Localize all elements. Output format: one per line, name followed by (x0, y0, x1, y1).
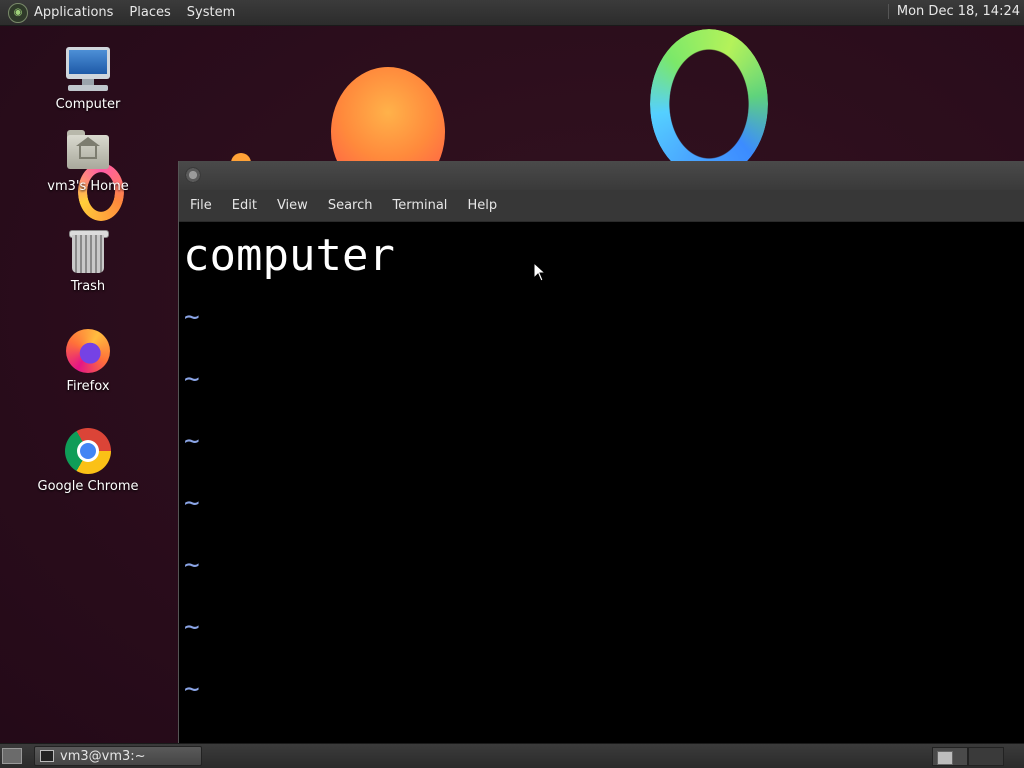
window-titlebar[interactable] (179, 161, 1024, 190)
terminal-menubar: File Edit View Search Terminal Help (179, 190, 1024, 222)
editor-text-line: computer (183, 230, 395, 281)
empty-line-tilde: ~ (184, 550, 200, 580)
empty-line-tilde: ~ (184, 302, 200, 332)
desktop-icon-label: Google Chrome (37, 479, 139, 494)
terminal-icon (40, 750, 54, 762)
workspace-2[interactable] (968, 747, 1004, 766)
top-panel: ◉ Applications Places System Mon Dec 18,… (0, 0, 1024, 26)
chrome-icon (64, 427, 112, 475)
trash-icon (64, 227, 112, 275)
menu-edit[interactable]: Edit (232, 198, 257, 213)
places-menu[interactable]: Places (129, 5, 170, 20)
empty-line-tilde: ~ (184, 612, 200, 642)
empty-line-tilde: ~ (184, 426, 200, 456)
menu-search[interactable]: Search (328, 198, 373, 213)
empty-line-tilde: ~ (184, 488, 200, 518)
desktop-icon-computer[interactable]: Computer (33, 45, 143, 112)
empty-line-tilde: ~ (184, 364, 200, 394)
system-menu[interactable]: System (187, 5, 235, 20)
terminal-content[interactable]: computer ~ ~ ~ ~ ~ ~ ~ (179, 222, 1024, 743)
terminal-window[interactable]: File Edit View Search Terminal Help comp… (178, 161, 1024, 743)
desktop-icon-chrome[interactable]: Google Chrome (33, 427, 143, 494)
computer-icon (64, 45, 112, 93)
menu-terminal[interactable]: Terminal (392, 198, 447, 213)
desktop-icon-firefox[interactable]: Firefox (33, 327, 143, 394)
taskbar-terminal-button[interactable]: vm3@vm3:~ (34, 746, 202, 766)
distro-logo-icon[interactable]: ◉ (8, 2, 28, 23)
clock[interactable]: Mon Dec 18, 14:24 (887, 4, 1020, 19)
menu-help[interactable]: Help (467, 198, 497, 213)
workspace-1[interactable] (932, 747, 968, 766)
taskbar-label: vm3@vm3:~ (60, 748, 146, 764)
firefox-icon (64, 327, 112, 375)
window-menu-icon[interactable] (185, 167, 201, 183)
show-desktop-icon[interactable] (2, 748, 22, 764)
desktop-icon-label: Firefox (66, 379, 110, 394)
menu-file[interactable]: File (190, 198, 212, 213)
desktop-icon-label: Trash (70, 279, 106, 294)
desktop-icon-label: vm3's Home (47, 179, 129, 194)
desktop-icon-trash[interactable]: Trash (33, 227, 143, 294)
desktop-icon-label: Computer (55, 97, 121, 112)
home-folder-icon (64, 127, 112, 175)
applications-menu[interactable]: Applications (34, 5, 113, 20)
desktop-icon-home[interactable]: vm3's Home (33, 127, 143, 194)
wallpaper-ring-shape (650, 29, 768, 179)
menu-view[interactable]: View (277, 198, 308, 213)
empty-line-tilde: ~ (184, 674, 200, 704)
bottom-panel: vm3@vm3:~ (0, 743, 1024, 768)
